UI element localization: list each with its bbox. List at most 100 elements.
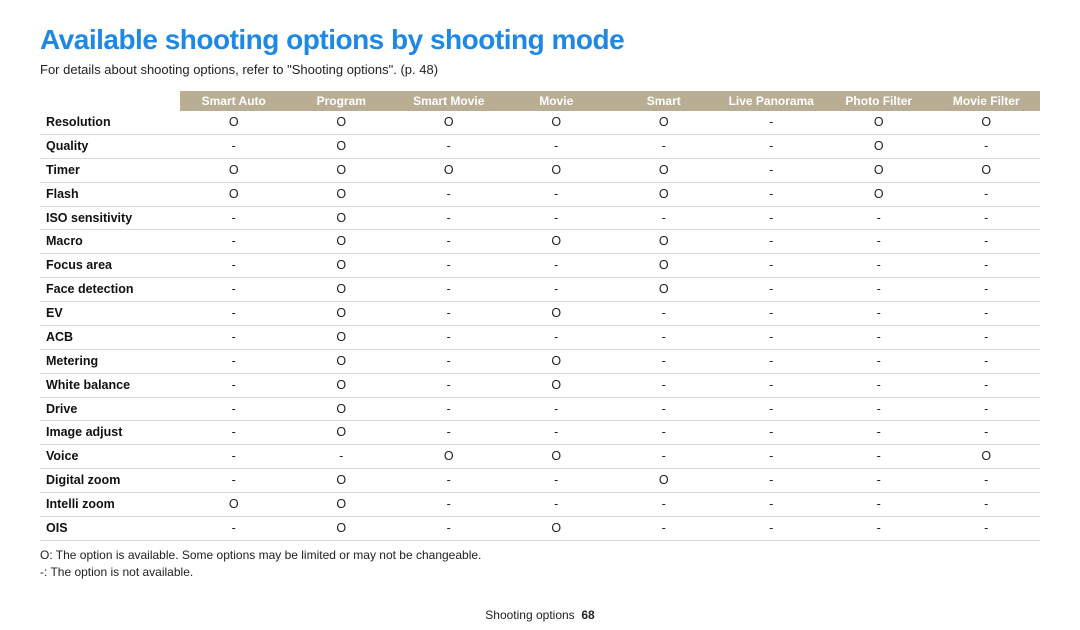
cell: - [825,230,933,254]
cell: - [180,397,288,421]
cell: - [825,325,933,349]
cell: - [610,134,718,158]
cell: - [395,373,503,397]
cell: - [395,397,503,421]
cell: - [825,206,933,230]
cell: - [718,516,826,540]
row-label: Macro [40,230,180,254]
row-label: Timer [40,158,180,182]
cell: - [825,445,933,469]
cell: - [180,134,288,158]
cell: - [933,325,1041,349]
cell: - [825,397,933,421]
row-label: ACB [40,325,180,349]
cell: O [503,158,611,182]
row-label: Intelli zoom [40,493,180,517]
table-row: OIS-O-O---- [40,516,1040,540]
cell: - [718,111,826,134]
options-table: Smart AutoProgramSmart MovieMovieSmartLi… [40,91,1040,541]
cell: - [180,445,288,469]
cell: O [288,302,396,326]
cell: - [180,278,288,302]
cell: - [718,302,826,326]
row-label: EV [40,302,180,326]
table-row: ResolutionOOOOO-OO [40,111,1040,134]
cell: O [180,111,288,134]
table-column-header: Smart Auto [180,91,288,111]
table-column-header: Movie [503,91,611,111]
table-column-header: Live Panorama [718,91,826,111]
cell: O [503,516,611,540]
cell: - [503,254,611,278]
row-label: Quality [40,134,180,158]
cell: - [395,254,503,278]
cell: - [180,516,288,540]
row-label: White balance [40,373,180,397]
cell: - [610,302,718,326]
cell: - [933,421,1041,445]
cell: O [933,111,1041,134]
row-label: Resolution [40,111,180,134]
cell: - [933,349,1041,373]
table-row: Intelli zoomOO------ [40,493,1040,517]
cell: - [825,469,933,493]
table-row: Image adjust-O------ [40,421,1040,445]
cell: - [503,397,611,421]
cell: O [933,445,1041,469]
table-row: Drive-O------ [40,397,1040,421]
row-label: Drive [40,397,180,421]
cell: - [610,325,718,349]
cell: - [610,397,718,421]
row-label: Voice [40,445,180,469]
cell: O [288,230,396,254]
cell: - [825,373,933,397]
cell: O [610,111,718,134]
cell: - [718,397,826,421]
legend-not-available: -: The option is not available. [40,564,1040,581]
cell: - [180,230,288,254]
cell: O [180,158,288,182]
cell: - [718,349,826,373]
cell: - [718,182,826,206]
cell: - [180,206,288,230]
cell: O [288,516,396,540]
cell: - [718,158,826,182]
cell: O [503,349,611,373]
cell: - [718,230,826,254]
cell: - [825,421,933,445]
cell: - [933,134,1041,158]
cell: - [503,182,611,206]
cell: - [610,421,718,445]
cell: - [933,182,1041,206]
table-row: Quality-O----O- [40,134,1040,158]
table-column-header: Smart Movie [395,91,503,111]
cell: O [288,493,396,517]
cell: - [395,230,503,254]
cell: - [180,349,288,373]
legend: O: The option is available. Some options… [40,547,1040,582]
table-row: ISO sensitivity-O------ [40,206,1040,230]
cell: - [933,254,1041,278]
cell: - [718,134,826,158]
row-label: Face detection [40,278,180,302]
cell: - [288,445,396,469]
table-row: FlashOO--O-O- [40,182,1040,206]
cell: O [503,230,611,254]
cell: O [288,421,396,445]
table-row: TimerOOOOO-OO [40,158,1040,182]
cell: - [825,302,933,326]
table-row: Focus area-O--O--- [40,254,1040,278]
cell: O [288,325,396,349]
cell: - [503,493,611,517]
cell: - [395,278,503,302]
table-row: Voice--OO---O [40,445,1040,469]
footer-section: Shooting options [485,608,574,622]
cell: O [825,134,933,158]
table-header-row: Smart AutoProgramSmart MovieMovieSmartLi… [40,91,1040,111]
cell: - [395,134,503,158]
row-label: Flash [40,182,180,206]
row-label: Digital zoom [40,469,180,493]
table-row: ACB-O------ [40,325,1040,349]
table-row: Macro-O-OO--- [40,230,1040,254]
cell: O [288,349,396,373]
